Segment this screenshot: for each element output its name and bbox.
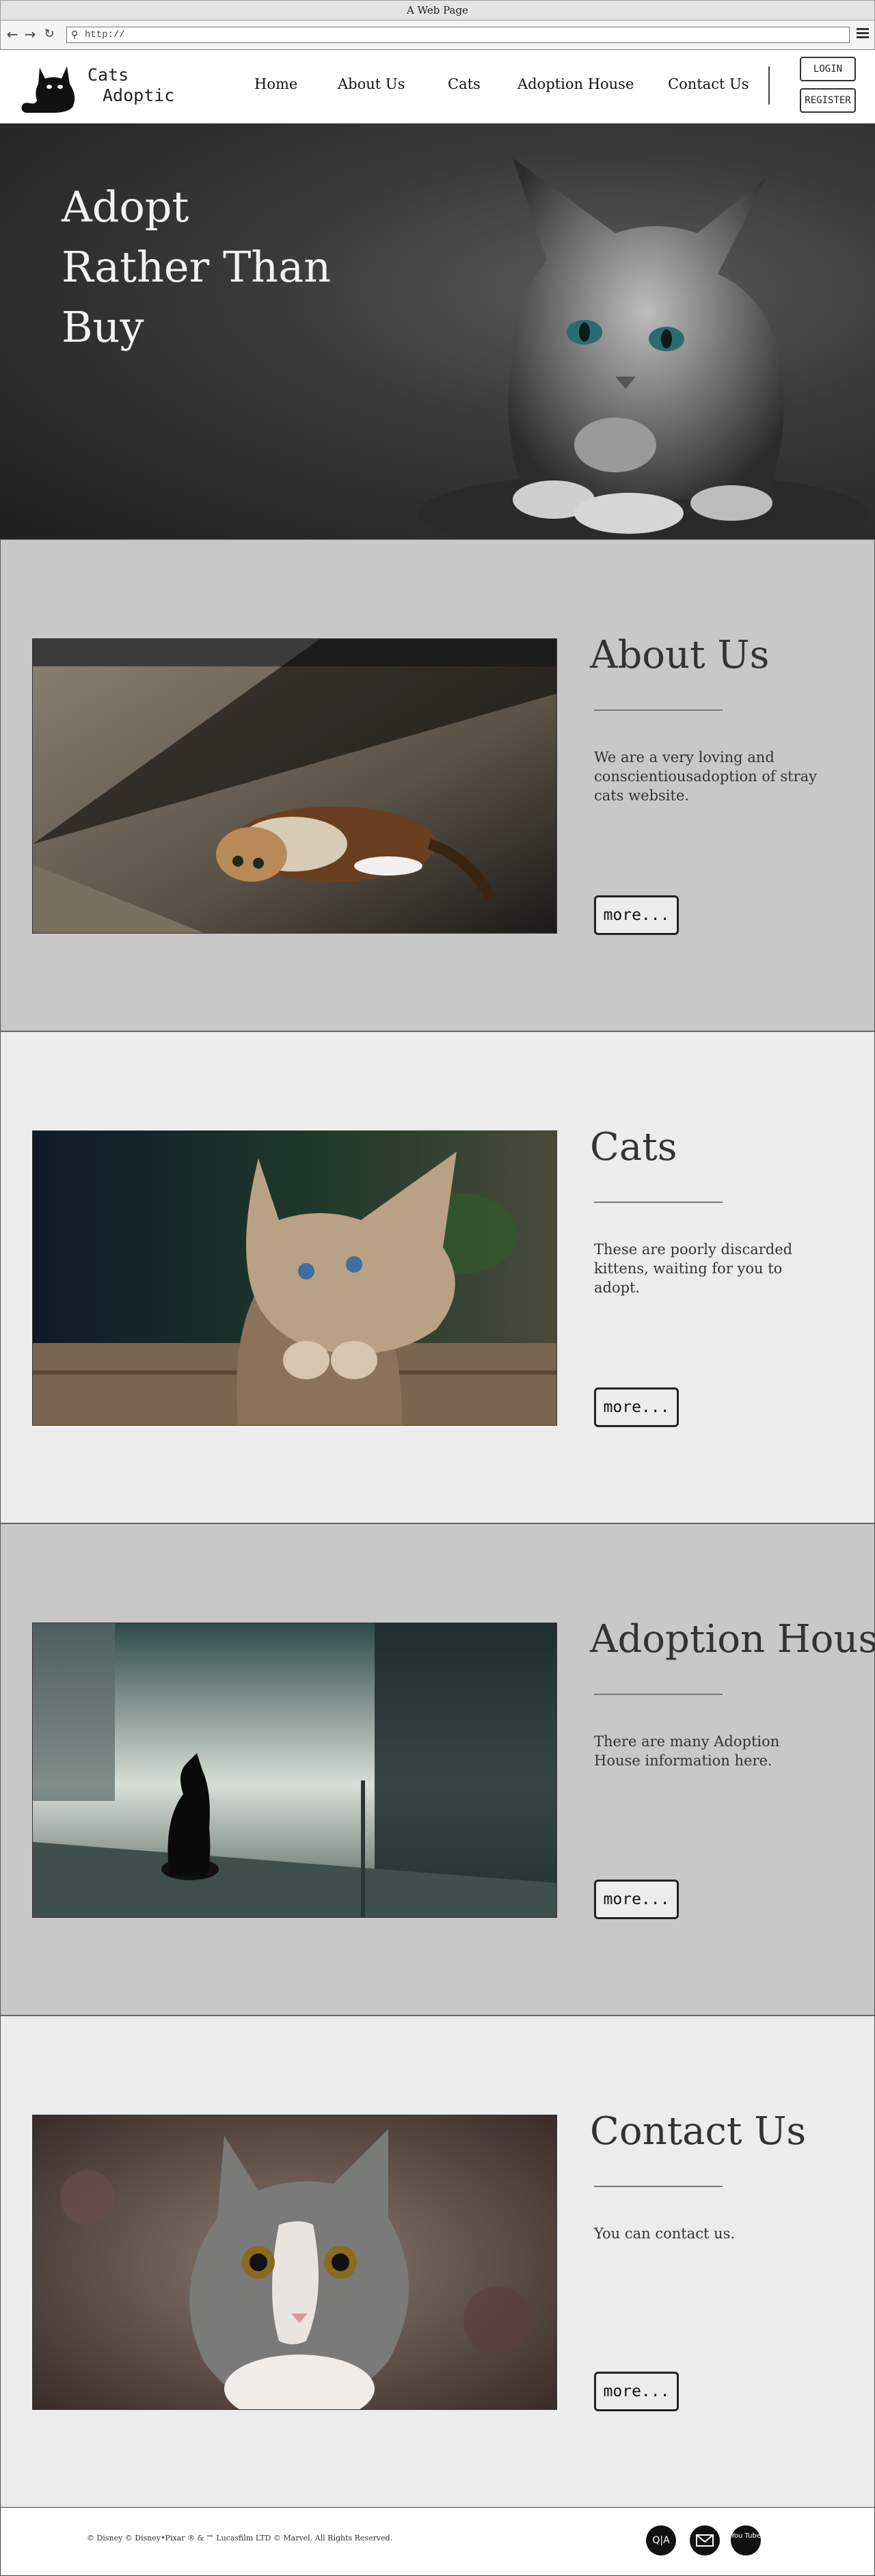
contact-us-description: You can contact us. — [594, 2225, 736, 2242]
about-us-title: About Us — [590, 633, 770, 677]
adoption-house-photo — [32, 1623, 557, 1918]
contact-us-section: Contact Us You can contact us. more... — [0, 2016, 875, 2508]
register-button[interactable]: REGISTER — [800, 88, 856, 113]
contact-us-divider — [594, 2186, 723, 2187]
nav-home[interactable]: Home — [254, 76, 297, 92]
qa-icon-label: Q|A — [652, 2535, 670, 2546]
youtube-icon-label: You Tube — [731, 2532, 761, 2540]
search-icon: ⚲ — [71, 29, 79, 40]
browser-toolbar: ← → ↻ ⚲ http:// — [0, 21, 875, 50]
hero-kitten-image — [417, 158, 868, 539]
address-bar[interactable]: ⚲ http:// — [66, 27, 850, 43]
cat-logo-icon[interactable] — [19, 61, 81, 114]
site-footer: © Disney © Disney•Pixar ® & ™ Lucasfilm … — [0, 2507, 875, 2576]
hero-line-2: Rather Than — [62, 242, 332, 292]
nav-about-us[interactable]: About Us — [338, 76, 405, 92]
reload-icon[interactable]: ↻ — [42, 27, 57, 42]
hero-line-1: Adopt — [62, 182, 189, 232]
nav-cats[interactable]: Cats — [448, 76, 481, 92]
hero-headline: Adopt Rather Than Buy — [62, 177, 331, 357]
about-us-photo — [32, 638, 557, 934]
login-button[interactable]: LOGIN — [800, 57, 856, 81]
contact-us-title: Contact Us — [590, 2109, 807, 2154]
nav-adoption-house[interactable]: Adoption House — [517, 76, 634, 92]
about-us-section: About Us We are a very loving and consci… — [0, 539, 875, 1031]
cats-photo — [32, 1130, 557, 1426]
contact-us-more-button[interactable]: more... — [594, 2372, 679, 2411]
about-us-more-button[interactable]: more... — [594, 895, 679, 935]
cats-section: Cats These are poorly discarded kittens,… — [0, 1031, 875, 1523]
cats-title: Cats — [590, 1125, 677, 1169]
adoption-house-section: Adoption House There are many Adoption H… — [0, 1523, 875, 2016]
adoption-house-description: There are many Adoption House informatio… — [594, 1733, 780, 1769]
cats-more-button[interactable]: more... — [594, 1387, 679, 1427]
youtube-icon[interactable]: You Tube — [731, 2525, 761, 2555]
qa-icon[interactable]: Q|A — [646, 2525, 676, 2555]
contact-us-photo — [32, 2115, 557, 2410]
hamburger-menu-icon[interactable] — [857, 28, 869, 39]
back-arrow-icon[interactable]: ← — [5, 27, 20, 42]
about-us-divider — [594, 709, 723, 711]
site-header: Cats Adoptic Home About Us Cats Adoption… — [0, 50, 875, 124]
adoption-house-divider — [594, 1694, 723, 1695]
hero-line-3: Buy — [62, 302, 144, 352]
window-title: A Web Page — [0, 0, 875, 21]
logo-line-1: Cats — [88, 65, 129, 85]
hero-banner: Adopt Rather Than Buy — [0, 124, 875, 539]
nav-contact-us[interactable]: Contact Us — [668, 76, 749, 92]
cats-divider — [594, 1202, 723, 1203]
address-url: http:// — [85, 29, 125, 40]
about-us-description: We are a very loving and conscientiousad… — [594, 749, 818, 804]
copyright-text: © Disney © Disney•Pixar ® & ™ Lucasfilm … — [87, 2534, 393, 2543]
nav-divider — [768, 66, 770, 105]
envelope-icon — [696, 2534, 714, 2547]
mail-icon[interactable] — [690, 2525, 720, 2555]
logo-text[interactable]: Cats Adoptic — [88, 65, 174, 106]
logo-line-2: Adoptic — [103, 85, 175, 105]
cats-description: These are poorly discarded kittens, wait… — [594, 1241, 793, 1296]
adoption-house-title: Adoption House — [590, 1617, 875, 1662]
adoption-house-more-button[interactable]: more... — [594, 1880, 679, 1919]
forward-arrow-icon[interactable]: → — [23, 27, 38, 42]
